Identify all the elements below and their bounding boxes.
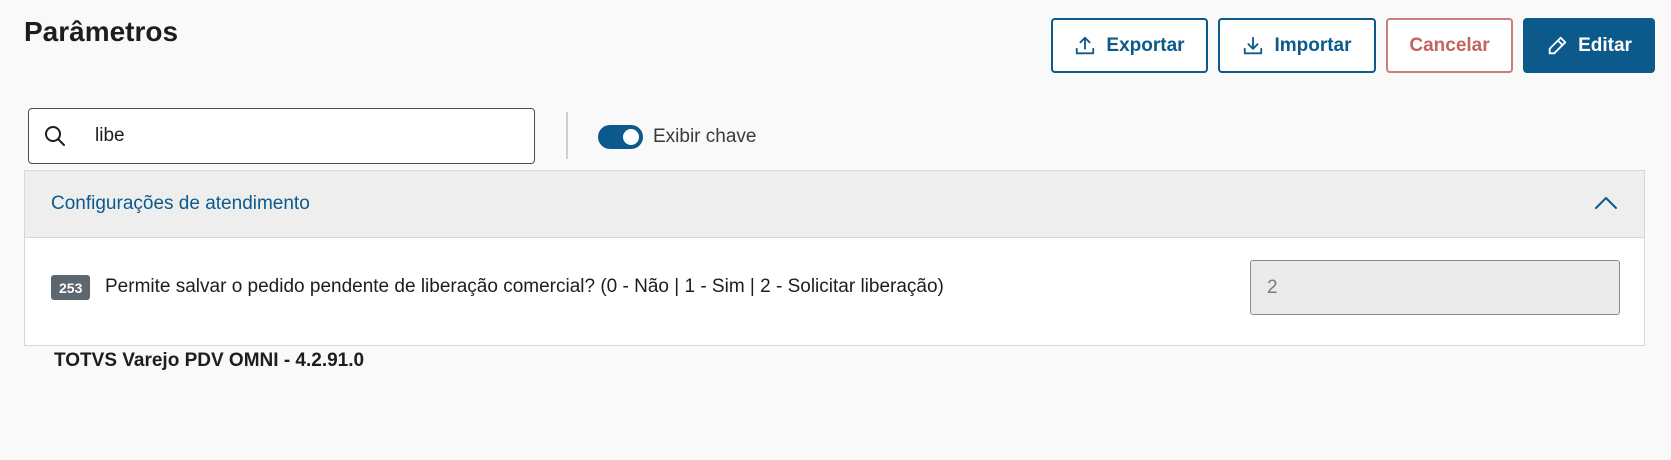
toolbar: Exportar Importar Cancelar Editar xyxy=(1051,18,1655,73)
parameter-label: Permite salvar o pedido pendente de libe… xyxy=(105,276,944,297)
toggle-label: Exibir chave xyxy=(653,126,757,147)
edit-button[interactable]: Editar xyxy=(1523,18,1655,73)
parameters-group-panel: Configurações de atendimento 253 Permite… xyxy=(24,170,1645,346)
search-input[interactable] xyxy=(95,123,515,149)
exibir-chave-toggle[interactable] xyxy=(598,125,643,149)
page-title: Parâmetros xyxy=(24,16,179,47)
toolbar-divider xyxy=(566,112,568,159)
cancel-button[interactable]: Cancelar xyxy=(1386,18,1513,73)
import-label: Importar xyxy=(1274,34,1352,56)
parameter-key-badge: 253 xyxy=(51,275,91,300)
group-header[interactable]: Configurações de atendimento xyxy=(25,171,1644,238)
edit-label: Editar xyxy=(1578,34,1632,56)
cancel-label: Cancelar xyxy=(1409,34,1490,56)
parameter-row: 253 Permite salvar o pedido pendente de … xyxy=(25,238,1644,345)
toggle-knob xyxy=(623,129,639,145)
parameter-value-field[interactable] xyxy=(1250,260,1620,315)
upload-icon xyxy=(1074,35,1096,57)
download-icon xyxy=(1242,35,1264,57)
search-field[interactable] xyxy=(28,108,535,164)
search-icon xyxy=(43,124,67,153)
app-version: TOTVS Varejo PDV OMNI - 4.2.91.0 xyxy=(54,350,365,371)
group-title: Configurações de atendimento xyxy=(51,193,310,214)
chevron-up-icon[interactable] xyxy=(1594,195,1618,216)
export-label: Exportar xyxy=(1106,34,1185,56)
export-button[interactable]: Exportar xyxy=(1051,18,1208,73)
import-button[interactable]: Importar xyxy=(1218,18,1376,73)
pencil-icon xyxy=(1546,35,1568,57)
